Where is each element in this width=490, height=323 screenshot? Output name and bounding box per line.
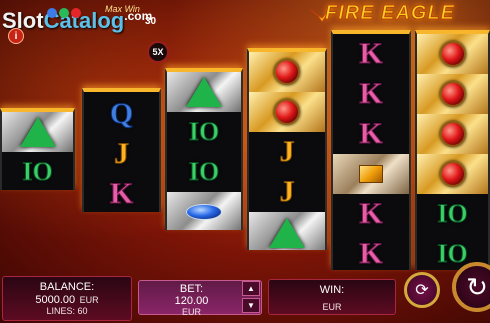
symbol-k: K <box>359 237 383 271</box>
symbol-topaz <box>333 154 409 194</box>
symbol-10: IO <box>22 157 53 187</box>
refresh-icon: ⟳ <box>415 282 429 299</box>
symbol-10: IO <box>437 199 468 229</box>
bet-value: 120.00 <box>174 295 209 307</box>
max-win-value: 30 <box>145 16 157 27</box>
symbol-ruby <box>417 74 488 114</box>
symbol-ruby <box>417 114 488 154</box>
reel-3: IO IO <box>165 68 243 230</box>
reel-1: IO <box>0 108 75 190</box>
reel-4: J J <box>247 48 327 250</box>
gems-icon <box>47 8 81 18</box>
symbol-k: K <box>359 197 383 231</box>
bet-up-button[interactable]: ▲ <box>242 281 260 296</box>
reel-5: K K K K K <box>331 30 411 270</box>
win-currency: EUR <box>322 302 342 312</box>
reel-6: IO IO <box>415 30 490 270</box>
multiplier-badge: 5X <box>147 41 169 63</box>
symbol-ruby <box>249 92 325 132</box>
reel-2: Q J K <box>82 88 161 212</box>
symbol-k: K <box>359 117 383 151</box>
symbol-k: K <box>359 37 383 71</box>
symbol-k: K <box>359 77 383 111</box>
symbol-10: IO <box>188 157 220 187</box>
symbol-emerald <box>2 112 73 152</box>
balance-value: 5000.00 <box>35 294 76 306</box>
info-button[interactable]: i <box>8 28 24 44</box>
max-win-label: Max Win <box>105 4 140 14</box>
game-title: FIRE EAGLE <box>325 2 456 25</box>
symbol-j: J <box>279 135 295 169</box>
symbol-ruby <box>249 52 325 92</box>
win-panel: WIN: EUR <box>268 279 396 315</box>
balance-currency: EUR <box>79 295 99 305</box>
symbol-10: IO <box>188 117 220 147</box>
symbol-q: Q <box>109 97 134 131</box>
watermark-slot: Slot <box>2 8 44 33</box>
symbol-ruby <box>417 154 488 194</box>
win-label: WIN: <box>319 284 345 296</box>
symbol-ruby <box>417 34 488 74</box>
symbol-j: J <box>279 175 295 209</box>
symbol-j: J <box>114 137 130 171</box>
symbol-emerald <box>249 212 325 250</box>
bet-down-button[interactable]: ▼ <box>242 298 260 313</box>
bet-label: BET: <box>179 283 204 295</box>
spin-icon: ↻ <box>466 271 488 302</box>
balance-label: BALANCE: <box>39 281 95 293</box>
autoplay-button[interactable]: ⟳ <box>404 272 440 308</box>
lines-label: LINES: 60 <box>46 306 88 316</box>
bet-currency: EUR <box>181 307 201 317</box>
balance-panel: BALANCE: 5000.00 EUR LINES: 60 <box>2 276 132 321</box>
symbol-k: K <box>109 177 134 211</box>
symbol-emerald <box>167 72 241 112</box>
balance-row: 5000.00 EUR <box>3 293 131 306</box>
symbol-sapphire <box>167 192 241 230</box>
